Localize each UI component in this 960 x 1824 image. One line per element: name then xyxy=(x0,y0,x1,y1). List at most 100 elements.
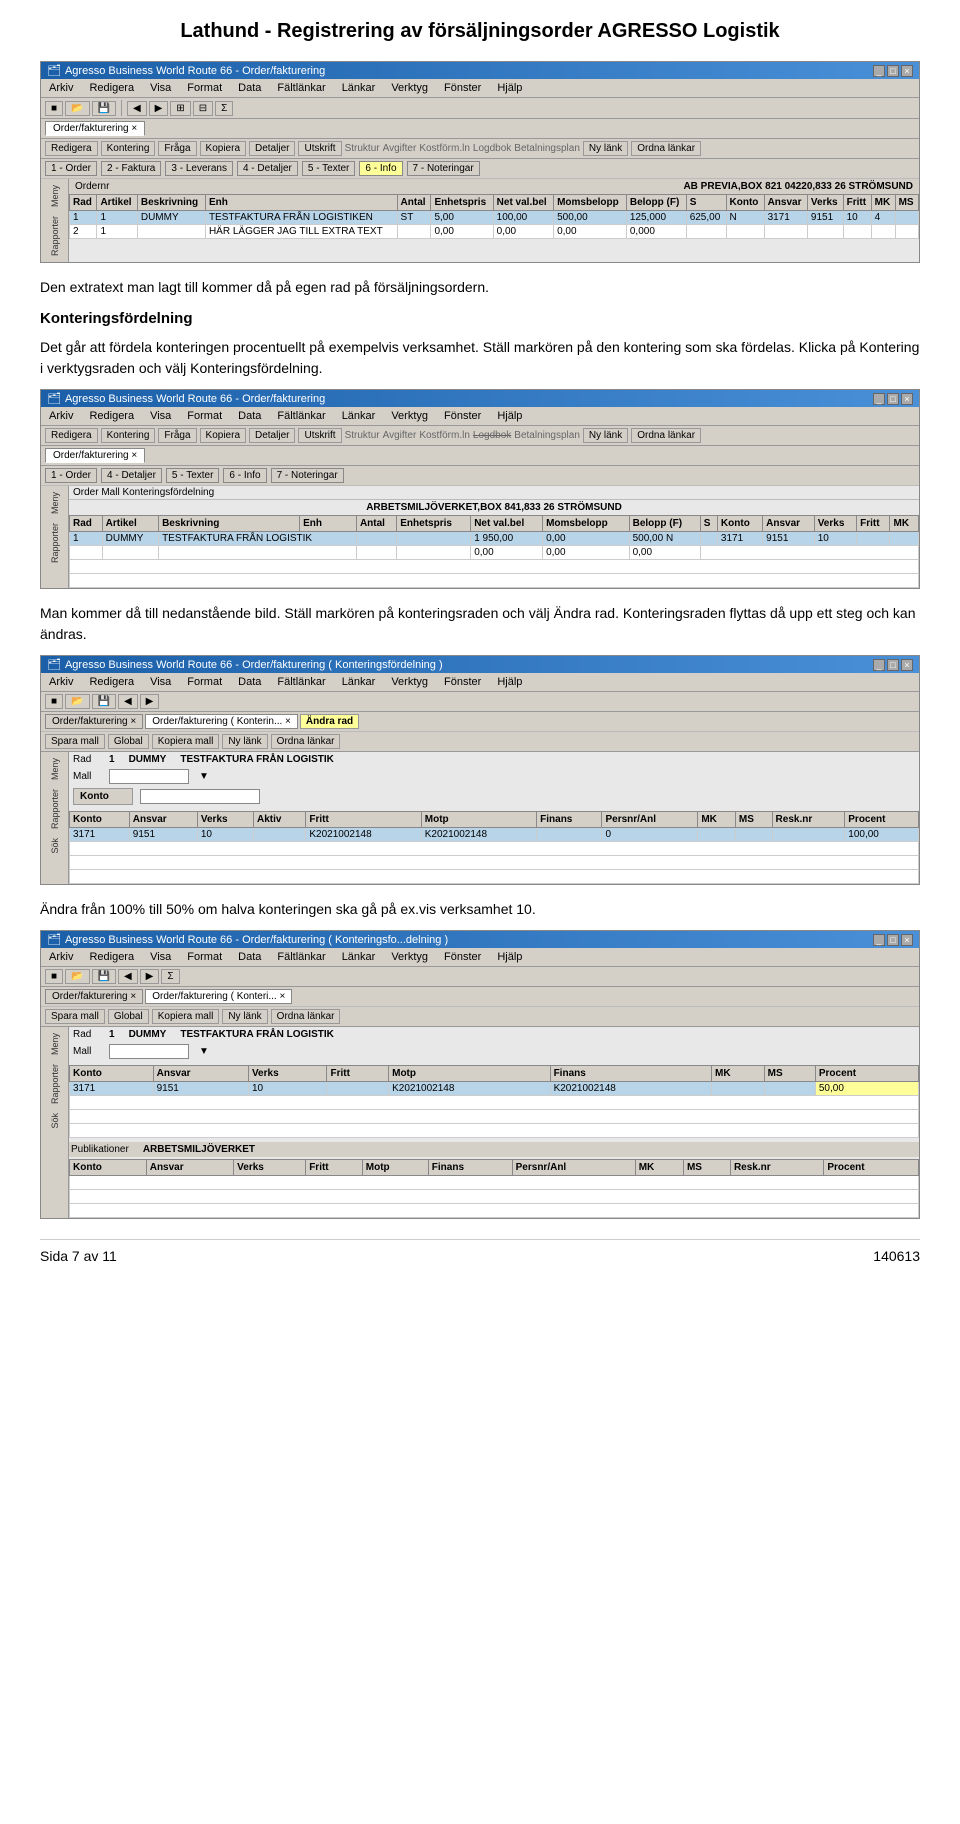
menu-faltlankar4[interactable]: Fältlänkar xyxy=(273,950,329,964)
minimize-btn4[interactable]: _ xyxy=(873,934,885,946)
menu-fonster2[interactable]: Fönster xyxy=(440,409,485,423)
tb2-ordna-lankar[interactable]: Ordna länkar xyxy=(631,428,701,443)
tb3-ny-lank[interactable]: Ny länk xyxy=(222,734,267,749)
tb4-icon5[interactable]: ▶ xyxy=(140,969,160,984)
menu-format3[interactable]: Format xyxy=(183,675,226,689)
nav-tab-3-leverans[interactable]: 3 - Leverans xyxy=(165,161,233,176)
menu-lankar1[interactable]: Länkar xyxy=(338,81,380,95)
tb3-global[interactable]: Global xyxy=(108,734,149,749)
tb-save[interactable]: 💾 xyxy=(92,101,116,116)
tb3-icon1[interactable]: ■ xyxy=(45,694,63,709)
tb-fraga[interactable]: Fråga xyxy=(158,141,196,156)
menu-format1[interactable]: Format xyxy=(183,81,226,95)
menu-faltlankar2[interactable]: Fältlänkar xyxy=(273,409,329,423)
tb4-icon6[interactable]: Σ xyxy=(161,969,179,984)
close-btn4[interactable]: × xyxy=(901,934,913,946)
tb2-ny-lank[interactable]: Ny länk xyxy=(583,428,628,443)
tb4-ny-lank[interactable]: Ny länk xyxy=(222,1009,267,1024)
tb-icon2[interactable]: ▶ xyxy=(149,101,169,116)
tb-open[interactable]: 📂 xyxy=(65,101,89,116)
tb4-icon1[interactable]: ■ xyxy=(45,969,63,984)
tb4-spara-mall[interactable]: Spara mall xyxy=(45,1009,105,1024)
tb4-ordna-lankar[interactable]: Ordna länkar xyxy=(271,1009,341,1024)
mall-input4[interactable] xyxy=(109,1044,189,1059)
menu-hjalp4[interactable]: Hjälp xyxy=(493,950,526,964)
strip-tab-order-fak[interactable]: Order/fakturering × xyxy=(45,714,143,729)
nav2-tab-6-info[interactable]: 6 - Info xyxy=(223,468,266,483)
minimize-btn2[interactable]: _ xyxy=(873,393,885,405)
menu-verktyg3[interactable]: Verktyg xyxy=(387,675,432,689)
tb-icon3[interactable]: ⊞ xyxy=(170,101,190,116)
menu-verktyg1[interactable]: Verktyg xyxy=(387,81,432,95)
nav-tab-4-detaljer[interactable]: 4 - Detaljer xyxy=(237,161,298,176)
konto-input3[interactable] xyxy=(140,789,260,804)
tb2-redigera[interactable]: Redigera xyxy=(45,428,98,443)
tb4-kopiera-mall[interactable]: Kopiera mall xyxy=(152,1009,220,1024)
menu-data2[interactable]: Data xyxy=(234,409,265,423)
tb3-icon4[interactable]: ◀ xyxy=(118,694,138,709)
menu-faltlankar1[interactable]: Fältlänkar xyxy=(273,81,329,95)
maximize-btn1[interactable]: □ xyxy=(887,65,899,77)
close-btn1[interactable]: × xyxy=(901,65,913,77)
minimize-btn1[interactable]: _ xyxy=(873,65,885,77)
close-btn3[interactable]: × xyxy=(901,659,913,671)
menu-arkiv4[interactable]: Arkiv xyxy=(45,950,77,964)
menu-data4[interactable]: Data xyxy=(234,950,265,964)
strip4-tab-order[interactable]: Order/fakturering × xyxy=(45,989,143,1004)
menu-arkiv1[interactable]: Arkiv xyxy=(45,81,77,95)
menu-fonster4[interactable]: Fönster xyxy=(440,950,485,964)
tb-icon1[interactable]: ◀ xyxy=(127,101,147,116)
strip4-tab-konteri[interactable]: Order/fakturering ( Konteri... × xyxy=(145,989,292,1004)
menu-hjalp2[interactable]: Hjälp xyxy=(493,409,526,423)
tb3-icon3[interactable]: 💾 xyxy=(92,694,116,709)
menu-format2[interactable]: Format xyxy=(183,409,226,423)
tb4-icon4[interactable]: ◀ xyxy=(118,969,138,984)
maximize-btn3[interactable]: □ xyxy=(887,659,899,671)
menu-redigera4[interactable]: Redigera xyxy=(85,950,138,964)
tb3-spara-mall[interactable]: Spara mall xyxy=(45,734,105,749)
maximize-btn2[interactable]: □ xyxy=(887,393,899,405)
mall-input3[interactable] xyxy=(109,769,189,784)
nav2-tab-7-noteringar[interactable]: 7 - Noteringar xyxy=(271,468,344,483)
tb4-icon3[interactable]: 💾 xyxy=(92,969,116,984)
tb2-kopiera[interactable]: Kopiera xyxy=(200,428,246,443)
menu-verktyg4[interactable]: Verktyg xyxy=(387,950,432,964)
menu-lankar4[interactable]: Länkar xyxy=(338,950,380,964)
tb-icon5[interactable]: Σ xyxy=(215,101,233,116)
menu-lankar2[interactable]: Länkar xyxy=(338,409,380,423)
nav-tab-5-texter[interactable]: 5 - Texter xyxy=(302,161,356,176)
tb-utskrift[interactable]: Utskrift xyxy=(298,141,341,156)
menu-redigera1[interactable]: Redigera xyxy=(85,81,138,95)
tb3-icon5[interactable]: ▶ xyxy=(140,694,160,709)
tb-detaljer[interactable]: Detaljer xyxy=(249,141,295,156)
menu-fonster1[interactable]: Fönster xyxy=(440,81,485,95)
tb-kontering[interactable]: Kontering xyxy=(101,141,156,156)
tb2-detaljer[interactable]: Detaljer xyxy=(249,428,295,443)
menu-arkiv2[interactable]: Arkiv xyxy=(45,409,77,423)
tb3-kopiera-mall[interactable]: Kopiera mall xyxy=(152,734,220,749)
menu-redigera2[interactable]: Redigera xyxy=(85,409,138,423)
nav2-tab-4-detaljer[interactable]: 4 - Detaljer xyxy=(101,468,162,483)
menu-data1[interactable]: Data xyxy=(234,81,265,95)
tb-new[interactable]: ■ xyxy=(45,101,63,116)
nav-tab-1-order[interactable]: 1 - Order xyxy=(45,161,97,176)
menu-hjalp3[interactable]: Hjälp xyxy=(493,675,526,689)
menu-faltlankar3[interactable]: Fältlänkar xyxy=(273,675,329,689)
maximize-btn4[interactable]: □ xyxy=(887,934,899,946)
menu-verktyg2[interactable]: Verktyg xyxy=(387,409,432,423)
tb-kopiera[interactable]: Kopiera xyxy=(200,141,246,156)
tb4-global[interactable]: Global xyxy=(108,1009,149,1024)
menu-format4[interactable]: Format xyxy=(183,950,226,964)
tb4-icon2[interactable]: 📂 xyxy=(65,969,89,984)
nav-tab-7-noteringar[interactable]: 7 - Noteringar xyxy=(407,161,480,176)
menu-lankar3[interactable]: Länkar xyxy=(338,675,380,689)
menu-visa1[interactable]: Visa xyxy=(146,81,175,95)
menu-redigera3[interactable]: Redigera xyxy=(85,675,138,689)
minimize-btn3[interactable]: _ xyxy=(873,659,885,671)
tab-order-fakturering2[interactable]: Order/fakturering × xyxy=(45,448,145,463)
tb2-kontering[interactable]: Kontering xyxy=(101,428,156,443)
andra-rad-btn[interactable]: Ändra rad xyxy=(300,714,359,729)
nav2-tab-1-order[interactable]: 1 - Order xyxy=(45,468,97,483)
tb-icon4[interactable]: ⊟ xyxy=(193,101,213,116)
menu-visa2[interactable]: Visa xyxy=(146,409,175,423)
